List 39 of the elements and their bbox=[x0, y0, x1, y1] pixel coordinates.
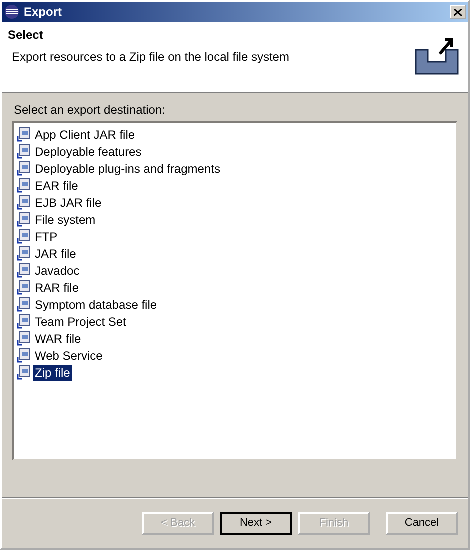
file-icon bbox=[16, 262, 32, 278]
file-icon bbox=[16, 160, 32, 176]
wizard-button[interactable]: Next > bbox=[220, 512, 292, 534]
list-item[interactable]: WAR file bbox=[33, 330, 84, 346]
close-button[interactable] bbox=[450, 5, 466, 19]
list-item[interactable]: Symptom database file bbox=[33, 296, 160, 312]
list-item[interactable]: RAR file bbox=[33, 280, 82, 296]
list-item[interactable]: Javadoc bbox=[33, 262, 82, 278]
file-icon bbox=[16, 144, 32, 160]
wizard-button[interactable]: Cancel bbox=[386, 512, 458, 534]
list-item[interactable]: EJB JAR file bbox=[33, 194, 104, 210]
window-title: Export bbox=[24, 5, 64, 19]
file-icon bbox=[16, 194, 32, 210]
file-icon bbox=[16, 228, 32, 244]
list-label: Select an export destination: bbox=[14, 103, 166, 117]
file-icon bbox=[16, 246, 32, 262]
file-icon bbox=[16, 348, 32, 364]
list-item[interactable]: Zip file bbox=[33, 364, 72, 380]
file-icon bbox=[16, 280, 32, 296]
file-icon bbox=[16, 364, 32, 380]
file-icon bbox=[16, 212, 32, 228]
list-item[interactable]: File system bbox=[33, 212, 98, 228]
page-title: Select bbox=[8, 28, 44, 42]
list-item[interactable]: Deployable features bbox=[33, 144, 144, 160]
file-icon bbox=[16, 178, 32, 194]
list-item[interactable]: App Client JAR file bbox=[33, 126, 138, 142]
file-icon bbox=[16, 330, 32, 346]
list-item[interactable]: FTP bbox=[33, 228, 60, 244]
file-icon bbox=[16, 314, 32, 330]
export-icon bbox=[414, 36, 460, 76]
list-item[interactable]: Web Service bbox=[33, 348, 105, 364]
list-item[interactable]: Team Project Set bbox=[33, 314, 128, 330]
list-item[interactable]: EAR file bbox=[33, 178, 80, 194]
list-item[interactable]: Deployable plug-ins and fragments bbox=[33, 160, 222, 176]
file-icon bbox=[16, 296, 32, 312]
page-description: Export resources to a Zip file on the local file system bbox=[11, 50, 290, 64]
file-icon bbox=[16, 126, 32, 142]
close-icon bbox=[454, 8, 462, 16]
list-item[interactable]: JAR file bbox=[33, 246, 78, 262]
